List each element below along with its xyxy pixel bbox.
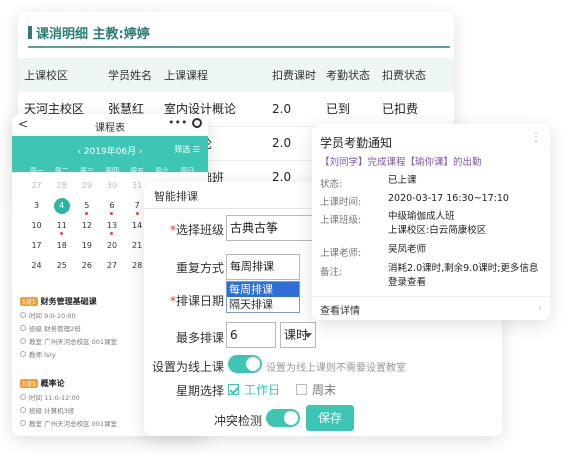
field-key: 备注: — [320, 267, 343, 278]
notice-subtitle: 【刘同学】完成课程【瑜你课】的出勤 — [320, 157, 482, 168]
calendar-day[interactable]: 25 — [49, 256, 74, 276]
repeat-option[interactable]: 隔天排课 — [227, 297, 299, 312]
room-icon — [20, 420, 26, 426]
online-label: 设置为线上课 — [151, 360, 224, 374]
save-button[interactable]: 保存 — [306, 405, 354, 431]
field-value: 消耗2.0课时,剩余9.0课时;更多信息登录查看 — [388, 263, 539, 288]
more-vertical-icon[interactable]: ⋮ — [530, 130, 542, 144]
week-label: 星期选择 — [175, 384, 224, 398]
field-key: 上课时间: — [320, 197, 362, 208]
chevron-right-icon[interactable]: › — [538, 301, 542, 314]
online-toggle[interactable] — [228, 355, 262, 373]
date-label: *排课日期 — [169, 294, 224, 308]
repeat-label: 重复方式 — [175, 261, 224, 275]
weekend-label: 周末 — [312, 383, 337, 397]
class-icon — [20, 407, 26, 413]
cell: 已扣费 — [376, 92, 454, 127]
col-attendance: 考勤状态 — [320, 58, 376, 92]
target-icon[interactable] — [192, 118, 202, 128]
calendar-day-selected[interactable]: 4 — [49, 196, 74, 216]
mobile-top-bar: < 课程表 ••• — [12, 114, 208, 136]
class-input[interactable]: 古典古筝 — [226, 215, 320, 241]
calendar-day[interactable]: 19 — [74, 236, 99, 256]
calendar-day[interactable]: 29 — [74, 176, 99, 196]
clock-icon — [20, 312, 26, 318]
weekend-checkbox[interactable] — [296, 384, 307, 395]
cell: 2.0 — [266, 92, 320, 127]
view-details-link[interactable]: 查看详情 — [320, 302, 360, 317]
calendar-day[interactable]: 24 — [24, 256, 49, 276]
calendar-day[interactable]: 3 — [24, 196, 49, 216]
calendar-day[interactable]: 27 — [24, 176, 49, 196]
clock-icon — [20, 394, 26, 400]
calendar-day[interactable]: 10 — [24, 216, 49, 236]
col-course: 上课课程 — [158, 58, 266, 92]
next-month-icon[interactable]: › — [139, 147, 143, 157]
more-icon[interactable]: ••• — [168, 116, 187, 129]
class-icon — [20, 325, 26, 331]
field-key: 状态: — [320, 179, 343, 190]
month-label: 2019年06月 — [83, 147, 137, 157]
unit-select[interactable]: 课时 — [280, 322, 316, 348]
lesson-tag: 1对1 — [20, 379, 38, 388]
field-value: 吴凤老师 — [388, 244, 427, 255]
notice-title: 学员考勤通知 — [320, 136, 393, 150]
calendar-day[interactable]: 26 — [74, 256, 99, 276]
field-value: 中级瑜伽成人班 — [388, 211, 455, 222]
repeat-option[interactable]: 每周排课 — [227, 282, 299, 297]
lesson-name: 财务管理基础课 — [40, 297, 97, 306]
lesson-tag: 1对1 — [20, 297, 38, 306]
filter-button[interactable]: 筛选 ☰ — [174, 144, 200, 155]
class-label: *选择班级 — [169, 223, 224, 237]
title-divider — [28, 46, 450, 48]
field-value: 2020-03-17 16:30~17:10 — [388, 193, 509, 204]
conflict-label: 冲突检测 — [213, 414, 262, 428]
field-key: 上课班级: — [320, 215, 362, 226]
calendar-day[interactable]: 18 — [49, 236, 74, 256]
attendance-notice-card: 学员考勤通知 ⋮ 【刘同学】完成课程【瑜你课】的出勤 状态: 已上课 上课时间:… — [312, 124, 550, 320]
calendar-day[interactable]: 17 — [24, 236, 49, 256]
calendar-day[interactable]: 11 — [49, 216, 74, 236]
calendar-day[interactable]: 27 — [99, 256, 124, 276]
calendar-day[interactable]: 28 — [49, 176, 74, 196]
col-campus: 上课校区 — [18, 58, 102, 92]
list-icon: ☰ — [192, 145, 200, 154]
workday-checkbox[interactable] — [228, 384, 239, 395]
table-header-row: 上课校区 学员姓名 上课课程 扣费课时 考勤状态 扣费状态 — [18, 58, 454, 92]
prev-month-icon[interactable]: ‹ — [77, 147, 81, 157]
record-title: 课消明细 主教:婷婷 — [28, 23, 150, 42]
col-student: 学员姓名 — [102, 58, 158, 92]
room-icon — [20, 338, 26, 344]
notice-divider — [312, 296, 550, 297]
calendar-day[interactable]: 5 — [74, 196, 99, 216]
calendar-day[interactable]: 6 — [99, 196, 124, 216]
calendar-day[interactable]: 13 — [99, 216, 124, 236]
calendar-day[interactable]: 20 — [99, 236, 124, 256]
col-hours: 扣费课时 — [266, 58, 320, 92]
online-hint: 设置为线上课则不需要设置教室 — [266, 363, 406, 374]
field-value: 已上课 — [388, 175, 417, 186]
calendar-day[interactable]: 30 — [99, 176, 124, 196]
chevron-down-icon — [304, 333, 312, 338]
cell: 已到 — [320, 92, 376, 127]
workday-label: 工作日 — [244, 383, 281, 397]
repeat-select[interactable]: 每周排课 — [226, 254, 300, 280]
col-fee-status: 扣费状态 — [376, 58, 454, 92]
teacher-icon — [20, 351, 26, 357]
repeat-dropdown[interactable]: 每周排课 隔天排课 — [226, 281, 300, 313]
max-input[interactable]: 6 — [226, 322, 276, 348]
lesson-name: 概率论 — [40, 379, 65, 388]
calendar-day[interactable]: 12 — [74, 216, 99, 236]
conflict-toggle[interactable] — [266, 409, 300, 427]
field-key: 上课老师: — [320, 248, 362, 259]
max-label: 最多排课 — [175, 331, 224, 345]
field-value: 上课校区:白云简康校区 — [388, 225, 487, 236]
title-bar-icon — [28, 26, 32, 39]
tab-smart-schedule[interactable]: 智能排课 — [154, 188, 198, 204]
